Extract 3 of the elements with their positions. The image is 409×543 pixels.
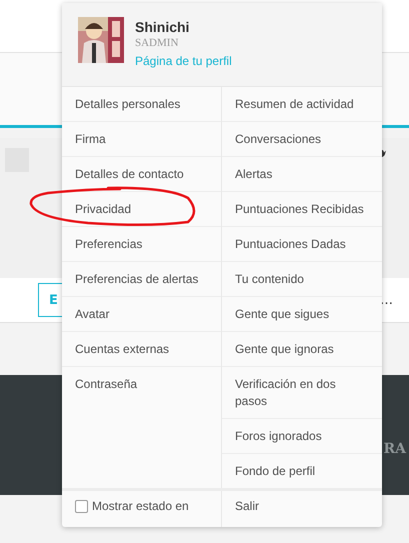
user-name: Shinichi [135,19,190,35]
user-role: SADMIN [135,37,180,49]
footer-text: RA [384,441,406,457]
